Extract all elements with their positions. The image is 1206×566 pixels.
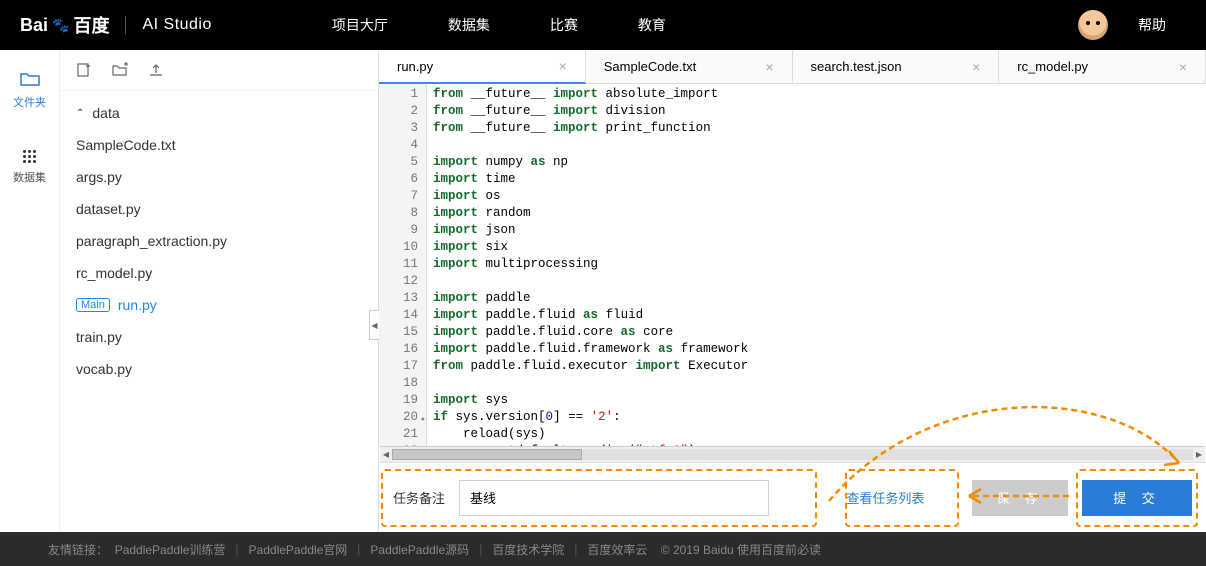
- tab-search-json[interactable]: search.test.json×: [793, 50, 1000, 83]
- chevron-down-icon: ⌃: [76, 108, 84, 119]
- tab-samplecode[interactable]: SampleCode.txt×: [586, 50, 793, 83]
- collapse-handle[interactable]: ◀: [369, 310, 379, 340]
- tree-file[interactable]: dataset.py: [60, 193, 378, 225]
- close-icon[interactable]: ×: [972, 59, 980, 75]
- tree-folder-data[interactable]: ⌃data: [60, 97, 378, 129]
- tree-file[interactable]: args.py: [60, 161, 378, 193]
- tab-run-py[interactable]: run.py×: [379, 50, 586, 84]
- horizontal-scrollbar[interactable]: ◀ ▶: [380, 446, 1205, 462]
- footer-link[interactable]: 百度效率云: [587, 541, 647, 558]
- tree-file-main[interactable]: Mainrun.py: [60, 289, 378, 321]
- code-content[interactable]: from __future__ import absolute_importfr…: [427, 84, 1206, 446]
- help-link[interactable]: 帮助: [1138, 15, 1166, 35]
- nav-education[interactable]: 教育: [638, 15, 666, 35]
- editor-panel: ◀ run.py× SampleCode.txt× search.test.js…: [378, 50, 1206, 532]
- upload-icon[interactable]: [148, 62, 164, 78]
- copyright-text: © 2019 Baidu 使用百度前必读: [661, 541, 821, 558]
- line-gutter: 123456789101112131415161718192021222324: [379, 84, 427, 446]
- user-avatar[interactable]: [1078, 10, 1108, 40]
- task-note-input[interactable]: [459, 480, 769, 516]
- new-folder-icon[interactable]: [112, 62, 128, 78]
- footer-link[interactable]: PaddlePaddle源码: [370, 541, 469, 558]
- rail-files[interactable]: 文件夹: [13, 70, 46, 110]
- task-note-label: 任务备注: [393, 488, 445, 507]
- scroll-right-arrow[interactable]: ▶: [1193, 447, 1205, 462]
- footer-link[interactable]: 百度技术学院: [492, 541, 564, 558]
- tree-file[interactable]: train.py: [60, 321, 378, 353]
- folder-icon: [20, 70, 40, 88]
- nav-projects[interactable]: 项目大厅: [332, 15, 388, 35]
- nav-contests[interactable]: 比赛: [550, 15, 578, 35]
- task-footer: 任务备注 查看任务列表 保 存 提 交: [379, 462, 1206, 532]
- new-file-icon[interactable]: [76, 62, 92, 78]
- top-navbar: Bai🐾百度 AI Studio 项目大厅 数据集 比赛 教育 帮助: [0, 0, 1206, 50]
- view-tasks-link[interactable]: 查看任务列表: [846, 488, 924, 507]
- tree-file[interactable]: rc_model.py: [60, 257, 378, 289]
- brand-text: AI Studio: [142, 16, 211, 34]
- footer-link[interactable]: PaddlePaddle官网: [249, 541, 348, 558]
- file-explorer: ⌃data SampleCode.txt args.py dataset.py …: [60, 50, 378, 532]
- rail-datasets-label: 数据集: [13, 169, 46, 185]
- submit-button[interactable]: 提 交: [1082, 480, 1192, 516]
- grid-icon: [23, 150, 36, 163]
- tree-file[interactable]: paragraph_extraction.py: [60, 225, 378, 257]
- footer-link[interactable]: PaddlePaddle训练营: [115, 541, 226, 558]
- primary-nav: 项目大厅 数据集 比赛 教育: [332, 15, 666, 35]
- close-icon[interactable]: ×: [765, 59, 773, 75]
- editor-tabs: run.py× SampleCode.txt× search.test.json…: [379, 50, 1206, 84]
- tab-rc-model[interactable]: rc_model.py×: [999, 50, 1206, 83]
- nav-datasets[interactable]: 数据集: [448, 15, 490, 35]
- file-toolbar: [60, 50, 378, 91]
- code-editor[interactable]: 123456789101112131415161718192021222324 …: [379, 84, 1206, 446]
- tree-file[interactable]: SampleCode.txt: [60, 129, 378, 161]
- save-button[interactable]: 保 存: [972, 480, 1068, 516]
- page-footer: 友情链接： PaddlePaddle训练营| PaddlePaddle官网| P…: [0, 532, 1206, 566]
- logo-area[interactable]: Bai🐾百度 AI Studio: [0, 12, 212, 38]
- rail-files-label: 文件夹: [13, 94, 46, 110]
- close-icon[interactable]: ×: [1179, 59, 1187, 75]
- rail-datasets[interactable]: 数据集: [13, 150, 46, 185]
- scroll-thumb[interactable]: [392, 449, 582, 460]
- main-tag: Main: [76, 298, 110, 312]
- tree-file[interactable]: vocab.py: [60, 353, 378, 385]
- scroll-left-arrow[interactable]: ◀: [380, 447, 392, 462]
- close-icon[interactable]: ×: [559, 58, 567, 74]
- left-icon-rail: 文件夹 数据集: [0, 50, 60, 532]
- footer-prefix: 友情链接：: [48, 541, 108, 558]
- file-tree: ⌃data SampleCode.txt args.py dataset.py …: [60, 91, 378, 391]
